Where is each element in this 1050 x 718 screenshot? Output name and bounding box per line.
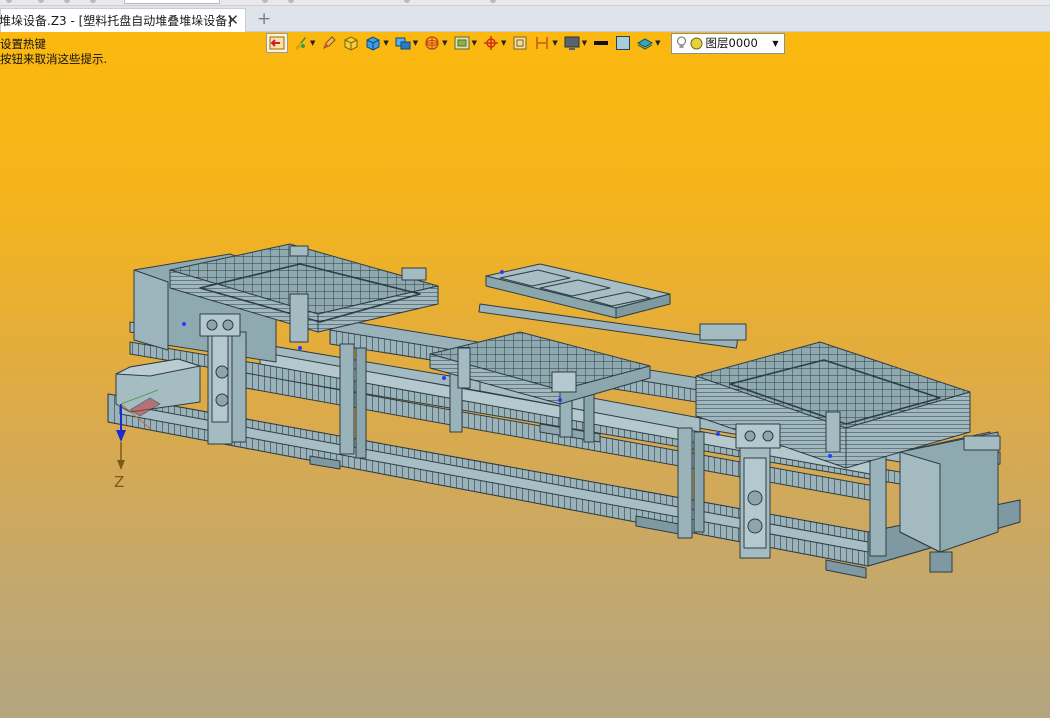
new-tab-button[interactable]: + (257, 10, 271, 28)
quick-access-icon[interactable] (64, 0, 70, 3)
document-tab-bar: 堆垛设备.Z3 - [塑料托盘自动堆叠堆垛设备] ✕ + (0, 6, 1050, 32)
quick-access-icon[interactable] (38, 0, 44, 3)
redo-icon[interactable] (288, 0, 294, 3)
cad-model[interactable] (0, 32, 1050, 718)
quick-access-icon[interactable] (404, 0, 410, 3)
document-tab-title: 堆垛设备.Z3 - [塑料托盘自动堆叠堆垛设备] (0, 14, 232, 28)
document-tab[interactable]: 堆垛设备.Z3 - [塑料托盘自动堆叠堆垛设备] ✕ (0, 8, 246, 32)
quick-access-icon[interactable] (90, 0, 96, 3)
command-search-input[interactable] (124, 0, 220, 4)
3d-viewport[interactable]: 设置热键 按钮来取消这些提示. ▼ ▼ ▼ ▼ ▼ ▼ ▼ ▼ ▼ 图层0000… (0, 32, 1050, 718)
undo-icon[interactable] (262, 0, 268, 3)
z-axis-label: Z (114, 473, 125, 491)
window-menu-icon[interactable] (6, 0, 12, 3)
quick-access-icon[interactable] (490, 0, 496, 3)
close-tab-icon[interactable]: ✕ (226, 12, 239, 28)
